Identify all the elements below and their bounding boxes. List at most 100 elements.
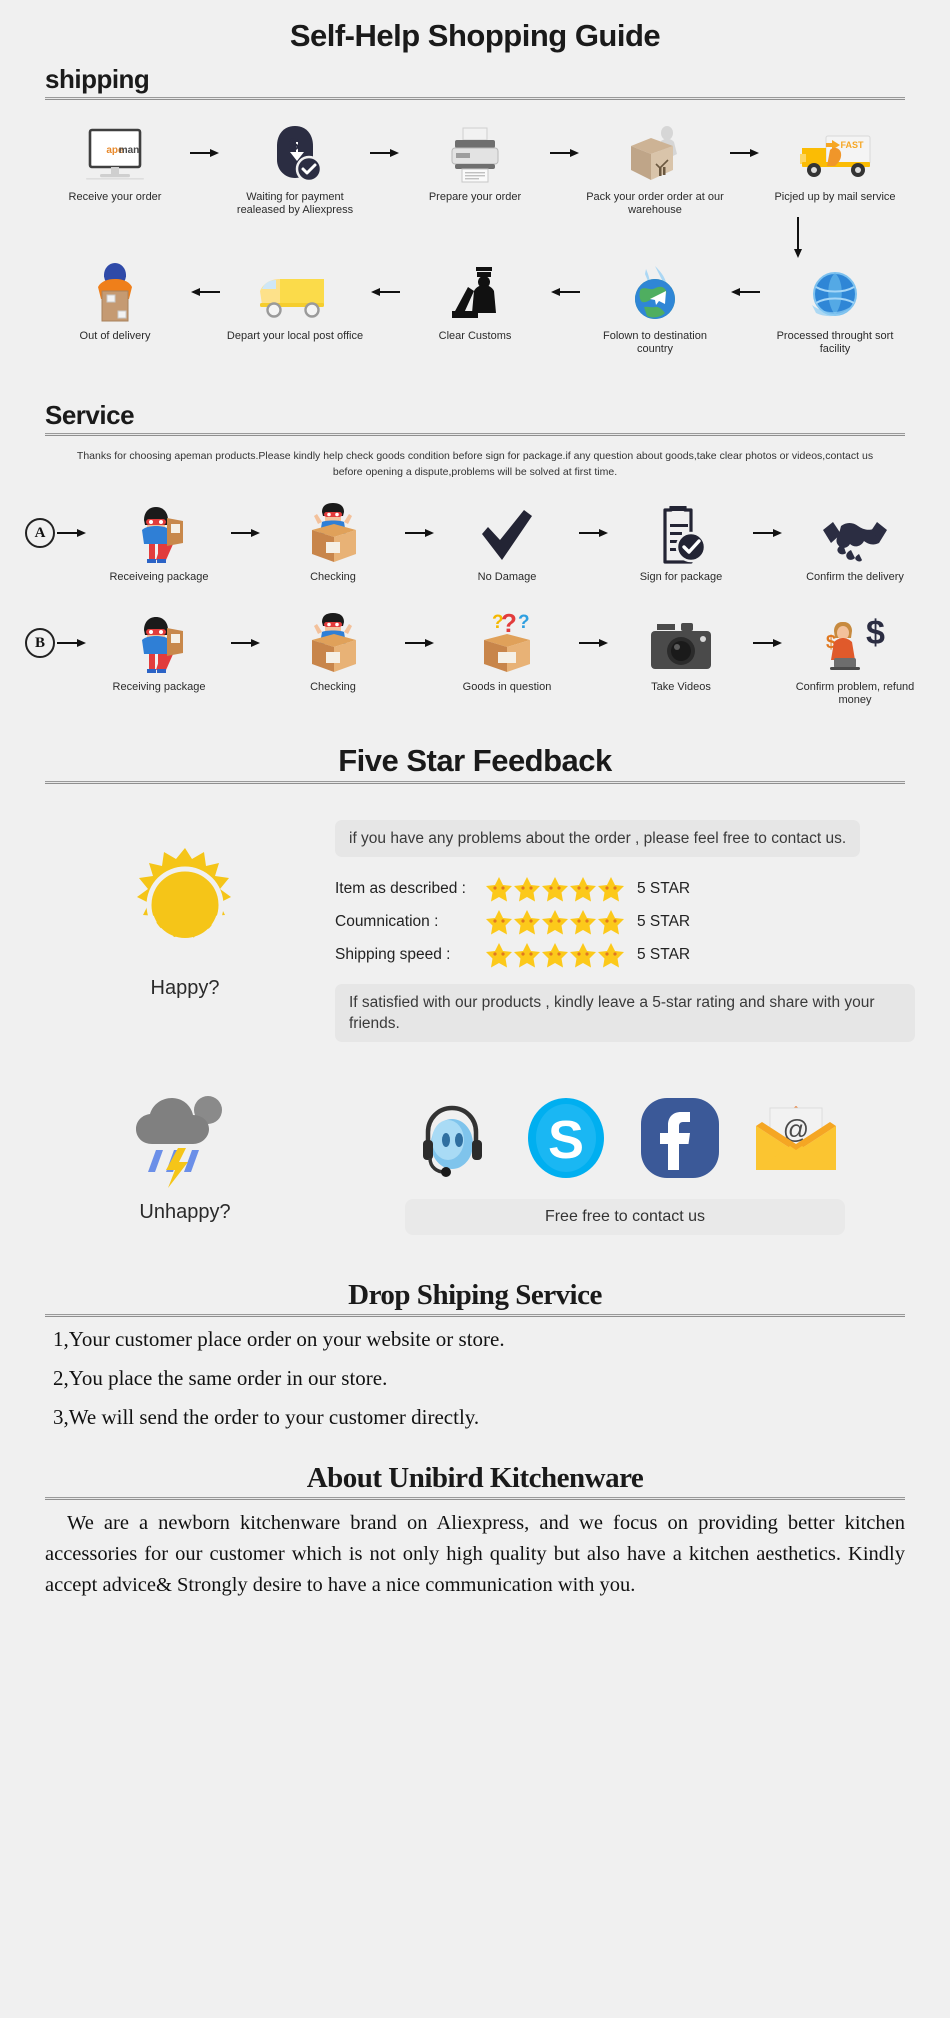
service-heading-text: Service [45,400,135,430]
facebook-icon[interactable] [638,1096,722,1185]
email-envelope-icon[interactable]: @ [752,1100,840,1181]
dropshipping-heading-text: Drop Shiping Service [348,1279,602,1311]
service-step-caption: Goods in question [462,681,552,693]
service-row-badge: B [25,628,55,658]
shipping-step-caption: Prepare your order [428,191,522,203]
service-section-heading: Service [45,400,905,431]
shipping-step-caption: Pack your order order at our warehouse [586,191,724,216]
service-step-no-damage: No Damage [437,502,577,584]
flow-arrow-left-icon [188,261,222,323]
flow-arrow-left-icon [728,261,762,323]
svg-text:man: man [119,145,140,156]
skype-icon[interactable]: S [524,1096,608,1185]
flow-arrow-right-icon [55,612,89,674]
shipping-heading-text: shipping [45,64,150,94]
social-icons-row: S @ [335,1096,915,1185]
handshake-icon [821,502,889,564]
shipping-section-heading: shipping [45,64,905,95]
agent-refund-dollar-icon: $ $ [822,612,888,674]
shipping-step-caption: Waiting for payment realeased by Aliexpr… [236,191,354,216]
shipping-flow-row-1: ape man Receive your order $ Waiting for… [35,122,915,217]
happy-label: Happy? [150,977,220,999]
service-step-receiving-package-b: Receiving package [89,612,229,694]
shipping-step-caption: Depart your local post office [226,330,364,342]
about-body-text: We are a newborn kitchenware brand on Al… [45,1512,905,1596]
feedback-bottom-bubble: If satisfied with our products , kindly … [335,984,915,1042]
flow-arrow-right-icon [403,502,437,564]
shipping-step-pack-order: Pack your order order at our warehouse [582,122,728,217]
flow-arrow-right-icon [577,502,611,564]
packing-box-worker-icon [623,122,687,184]
flow-arrow-down-icon [792,217,804,264]
superhero-checking-box-icon [304,612,362,674]
shipping-step-caption: Picjed up by mail service [774,191,896,203]
checkmark-icon [478,502,536,564]
flow-arrow-right-icon [577,612,611,674]
shipping-step-picked-up-mail: FAST Picjed up by mail service [762,122,908,204]
clipboard-check-icon [655,502,707,564]
happy-mood-block: Happy? [35,810,335,1000]
self-help-shopping-guide-page: Self-Help Shopping Guide shipping ape ma… [0,0,950,2018]
about-heading-rule [45,1497,905,1500]
superhero-checking-box-icon [304,502,362,564]
service-step-confirm-delivery: Confirm the delivery [785,502,925,584]
about-heading-text: About Unibird Kitchenware [306,1462,644,1494]
printer-icon [446,122,504,184]
flow-arrow-right-icon [751,612,785,674]
flow-arrow-right-icon [55,502,89,564]
flow-arrow-right-icon [403,612,437,674]
service-step-caption: Receiveing package [109,571,209,583]
feedback-unhappy-block: Unhappy? S @ Free free to contact us [35,1088,915,1235]
shipping-flow-connector [35,217,915,261]
flow-arrow-right-icon [548,122,582,184]
service-step-receiving-package: Receiveing package [89,502,229,584]
payment-shield-dollar-icon: $ [264,122,326,184]
rating-label: Coumnication : [335,913,439,930]
shipping-step-caption: Clear Customs [438,330,512,342]
service-step-caption: Take Videos [651,681,711,693]
headset-support-icon[interactable] [410,1096,494,1185]
service-step-caption: Confirm problem, refund money [795,681,915,706]
flow-arrow-right-icon [188,122,222,184]
shipping-step-waiting-payment: $ Waiting for payment realeased by Aliex… [222,122,368,217]
feedback-section-heading: Five Star Feedback [45,743,905,779]
shipping-step-caption: Out of delivery [79,330,151,342]
shipping-step-out-of-delivery: Out of delivery [42,261,188,343]
flow-arrow-right-icon [751,502,785,564]
camera-icon [649,612,713,674]
box-question-marks-icon: ? ? ? [476,612,538,674]
rating-row: Shipping speed : 5 STAR [335,942,915,968]
service-step-take-videos: Take Videos [611,612,751,694]
rating-label: Item as described : [335,880,466,897]
delivery-truck-fast-icon: FAST [796,122,874,184]
feedback-top-bubble: if you have any problems about the order… [335,820,861,857]
svg-text:S: S [548,1110,584,1170]
shipping-flow-row-2: Out of delivery Depart your local post o… [35,261,915,356]
service-step-confirm-problem-refund: $ $ Confirm problem, refund money [785,612,925,707]
shipping-step-caption: Processed throught sort facility [776,330,894,355]
list-item: 2,You place the same order in our store. [53,1366,388,1390]
service-step-caption: Confirm the delivery [806,571,904,583]
flow-arrow-left-icon [368,261,402,323]
list-item: 3,We will send the order to your custome… [53,1405,480,1429]
contact-us-button[interactable]: Free free to contact us [405,1199,845,1235]
shipping-step-caption: Receive your order [68,191,162,203]
service-step-goods-in-question: ? ? ? Goods in question [437,612,577,694]
svg-text:FAST: FAST [840,140,864,150]
service-heading-rule [45,433,905,436]
flow-arrow-right-icon [368,122,402,184]
shipping-step-sort-facility: Processed throught sort facility [762,261,908,356]
star-rating-icons [485,909,627,935]
contact-channels-block: S @ Free free to contact us [335,1088,915,1235]
sun-icon [126,846,244,969]
flow-arrow-right-icon [229,502,263,564]
service-step-sign-for-package: Sign for package [611,502,751,584]
service-row-b-badge-cell: B [25,612,55,674]
service-step-caption: Checking [310,571,356,583]
feedback-happy-block: Happy? if you have any problems about th… [35,810,915,1042]
shipping-step-flown-destination: Folown to destination country [582,261,728,356]
blue-globe-sorting-icon [806,261,864,323]
service-row-a-badge-cell: A [25,502,55,564]
superhero-receiving-package-icon [130,502,188,564]
service-row-badge: A [25,518,55,548]
